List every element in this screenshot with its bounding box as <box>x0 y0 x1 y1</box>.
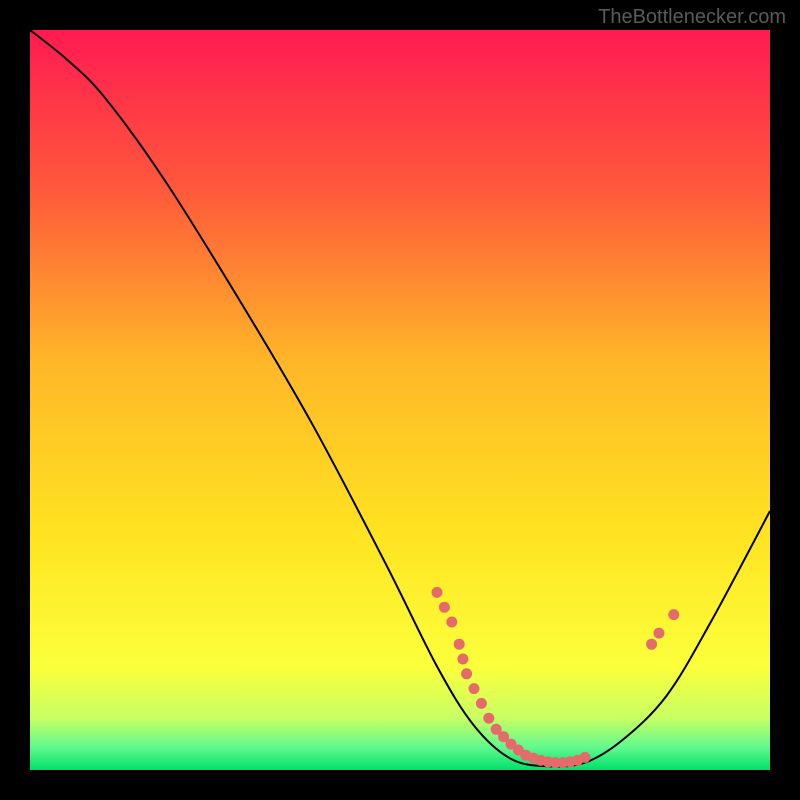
data-marker <box>646 639 657 650</box>
data-marker <box>446 617 457 628</box>
data-marker <box>432 587 443 598</box>
bottleneck-chart <box>30 30 770 770</box>
chart-container <box>30 30 770 770</box>
data-marker <box>469 683 480 694</box>
data-marker <box>439 602 450 613</box>
gradient-background <box>30 30 770 770</box>
data-marker <box>461 668 472 679</box>
data-marker <box>457 654 468 665</box>
data-marker <box>476 698 487 709</box>
data-marker <box>654 628 665 639</box>
data-marker <box>483 713 494 724</box>
data-marker <box>668 609 679 620</box>
data-marker <box>580 752 591 763</box>
watermark-text: TheBottleneсker.com <box>598 6 786 29</box>
data-marker <box>454 639 465 650</box>
